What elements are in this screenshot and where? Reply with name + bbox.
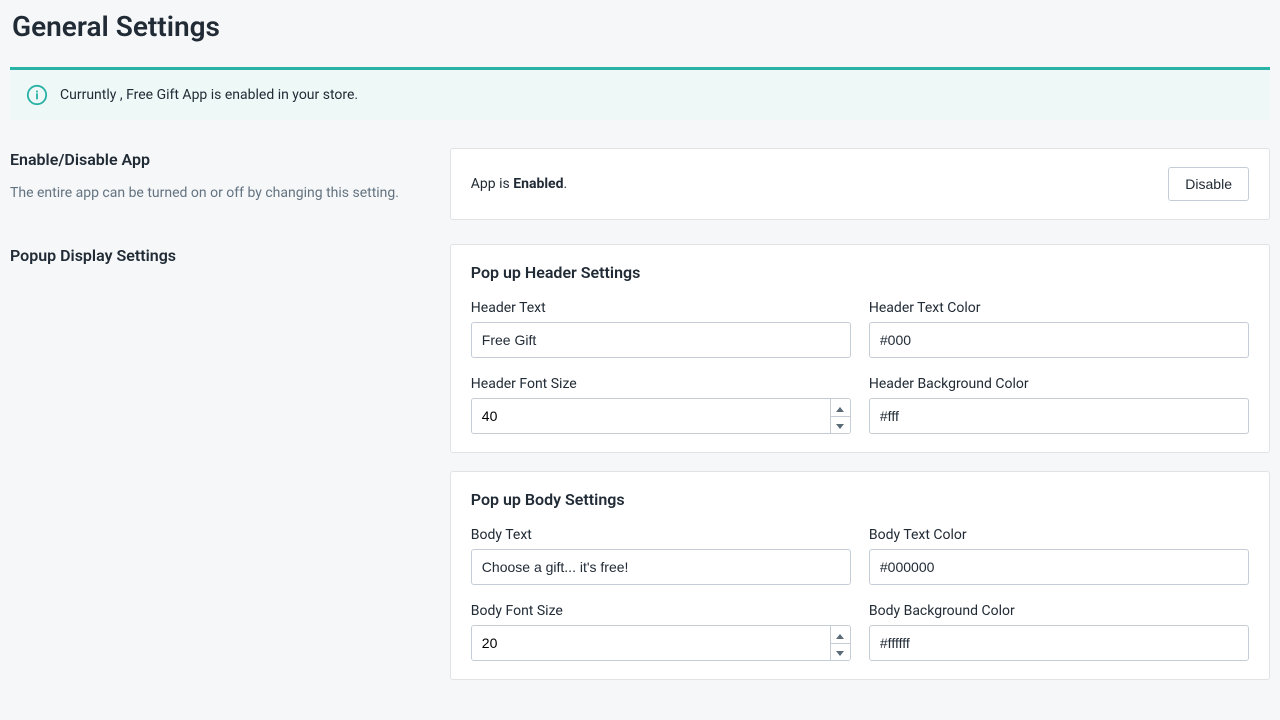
header-text-label: Header Text: [471, 300, 851, 316]
page-title: General Settings: [10, 10, 1270, 43]
popup-section: Popup Display Settings Pop up Header Set…: [10, 244, 1270, 680]
body-font-size-down-button[interactable]: [831, 644, 850, 661]
body-font-size-input[interactable]: [472, 626, 830, 660]
header-settings-title: Pop up Header Settings: [471, 263, 1249, 282]
chevron-down-icon: [836, 644, 844, 659]
body-settings-card: Pop up Body Settings Body Text Body Text…: [450, 471, 1270, 680]
header-settings-card: Pop up Header Settings Header Text Heade…: [450, 244, 1270, 453]
body-text-label: Body Text: [471, 527, 851, 543]
body-text-color-label: Body Text Color: [869, 527, 1249, 543]
app-status-text: App is Enabled.: [471, 176, 567, 192]
header-bg-color-label: Header Background Color: [869, 376, 1249, 392]
enable-card: App is Enabled. Disable: [450, 148, 1270, 220]
header-font-size-input[interactable]: [472, 399, 830, 433]
body-bg-color-label: Body Background Color: [869, 603, 1249, 619]
chevron-up-icon: [836, 627, 844, 642]
info-banner: Curruntly , Free Gift App is enabled in …: [10, 67, 1270, 120]
header-font-size-down-button[interactable]: [831, 417, 850, 434]
header-text-color-label: Header Text Color: [869, 300, 1249, 316]
chevron-up-icon: [836, 400, 844, 415]
body-text-input[interactable]: [471, 549, 851, 585]
info-icon: [26, 84, 48, 106]
enable-section-heading: Enable/Disable App: [10, 150, 426, 169]
enable-section-description: The entire app can be turned on or off b…: [10, 183, 426, 204]
disable-button[interactable]: Disable: [1168, 167, 1249, 201]
body-font-size-field: [471, 625, 851, 661]
header-font-size-up-button[interactable]: [831, 399, 850, 417]
header-text-input[interactable]: [471, 322, 851, 358]
header-text-color-input[interactable]: [869, 322, 1249, 358]
enable-section: Enable/Disable App The entire app can be…: [10, 148, 1270, 220]
header-bg-color-input[interactable]: [869, 398, 1249, 434]
chevron-down-icon: [836, 417, 844, 432]
header-font-size-field: [471, 398, 851, 434]
info-banner-text: Curruntly , Free Gift App is enabled in …: [60, 87, 358, 103]
popup-section-heading: Popup Display Settings: [10, 246, 426, 265]
body-text-color-input[interactable]: [869, 549, 1249, 585]
body-bg-color-input[interactable]: [869, 625, 1249, 661]
body-font-size-label: Body Font Size: [471, 603, 851, 619]
body-font-size-up-button[interactable]: [831, 626, 850, 644]
body-settings-title: Pop up Body Settings: [471, 490, 1249, 509]
header-font-size-label: Header Font Size: [471, 376, 851, 392]
